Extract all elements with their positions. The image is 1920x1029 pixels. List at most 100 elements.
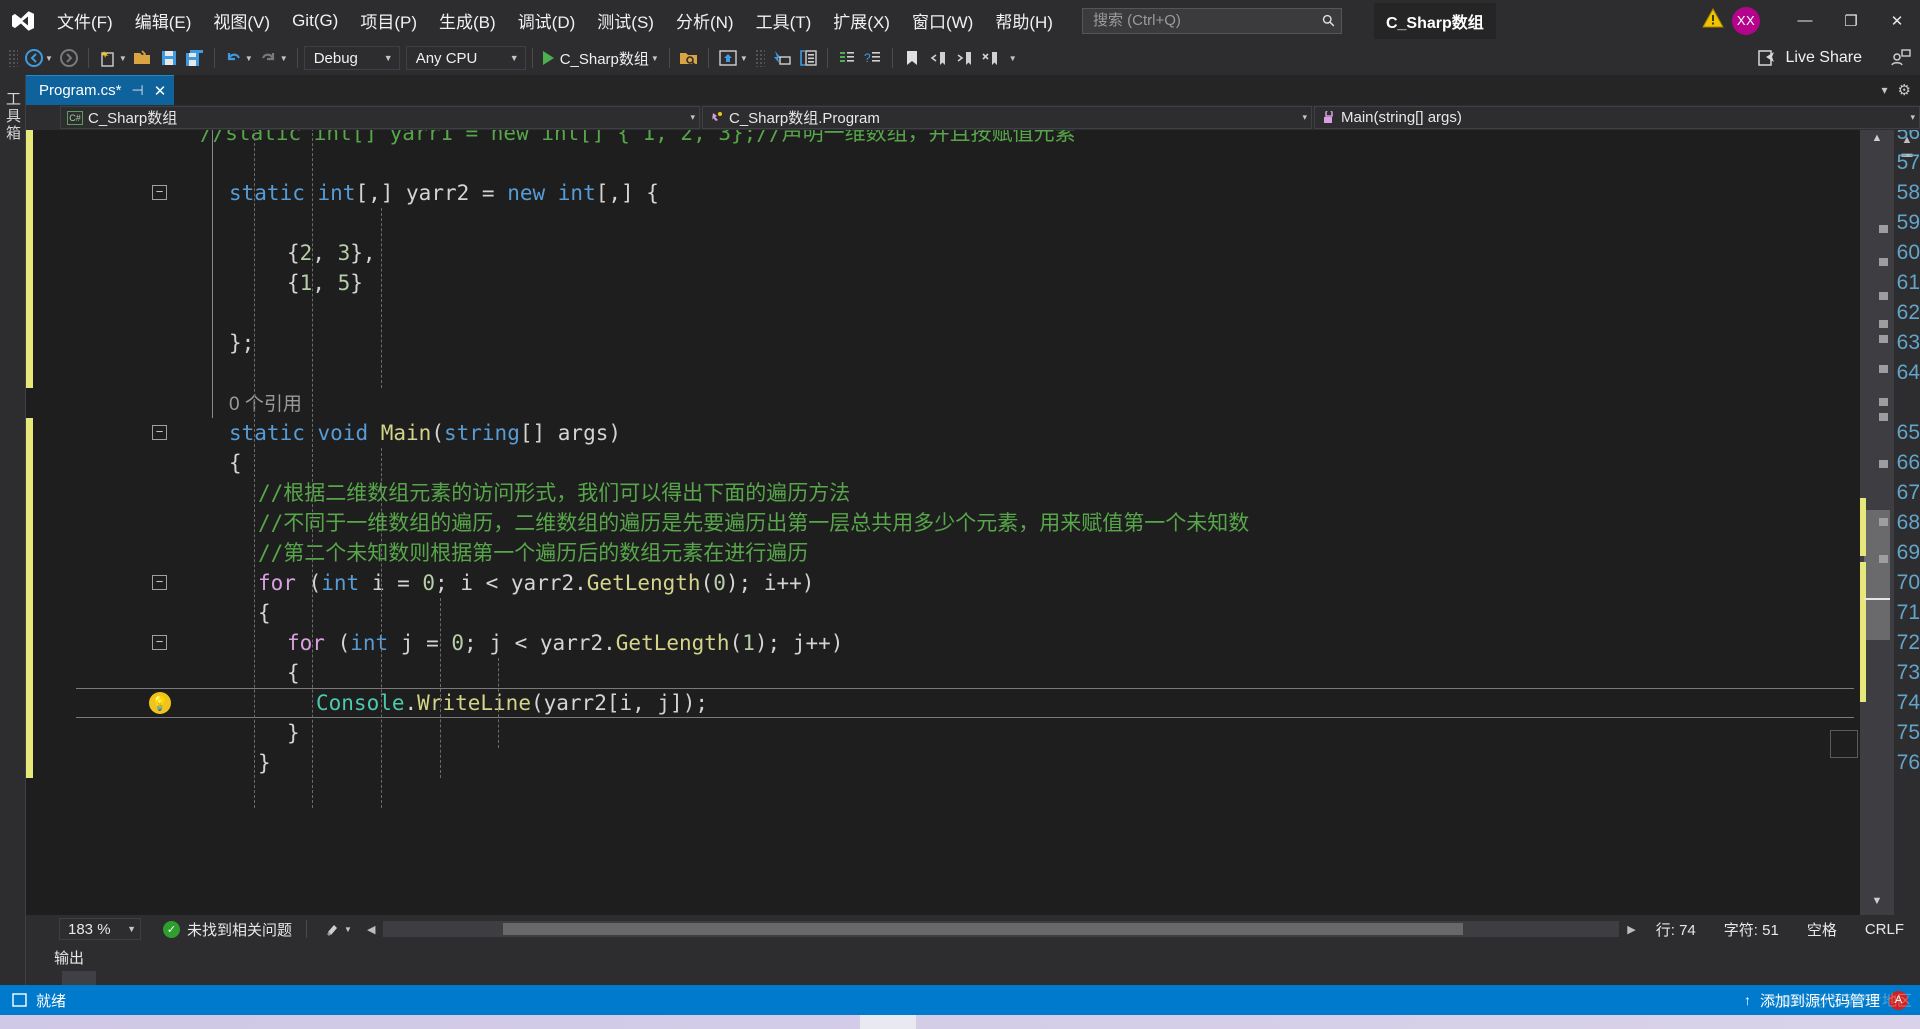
open-file-button[interactable] xyxy=(130,45,156,71)
horizontal-scrollbar-thumb[interactable] xyxy=(503,923,1464,935)
breadcrumb-member-combo[interactable]: Main(string[] args) ▾ xyxy=(1314,106,1920,129)
search-solution-button[interactable] xyxy=(676,45,702,71)
code-line[interactable]: { xyxy=(176,658,1860,688)
task-list-button[interactable] xyxy=(834,45,860,71)
up-arrow-icon[interactable]: ↑ xyxy=(1744,992,1751,1008)
scrollbar-thumb[interactable] xyxy=(1864,510,1890,640)
outlining-collapse-icon[interactable]: − xyxy=(152,185,167,200)
code-line[interactable]: for (int i = 0; i < yarr2.GetLength(0); … xyxy=(176,568,1860,598)
chevron-down-icon[interactable]: ▼ xyxy=(651,54,659,63)
output-tab-placeholder[interactable] xyxy=(62,971,96,985)
chevron-down-icon[interactable]: ▼ xyxy=(245,54,253,63)
toggle-bookmark-button[interactable] xyxy=(899,45,925,71)
menu-edit[interactable]: 编辑(E) xyxy=(124,0,203,41)
previous-bookmark-button[interactable] xyxy=(925,45,951,71)
menu-window[interactable]: 窗口(W) xyxy=(901,0,984,41)
hscroll-right-arrow[interactable]: ▶ xyxy=(1627,923,1635,936)
pin-icon[interactable]: ⊣ xyxy=(132,82,144,99)
undo-button[interactable]: ▼ xyxy=(221,45,256,71)
outlining-collapse-icon[interactable]: − xyxy=(152,635,167,650)
toolbar-overflow-icon[interactable]: ▼ xyxy=(1009,54,1017,63)
hscroll-left-arrow[interactable]: ◀ xyxy=(367,923,375,936)
chevron-down-icon[interactable]: ▼ xyxy=(740,54,748,63)
close-button[interactable]: ✕ xyxy=(1874,0,1920,41)
chevron-down-icon[interactable]: ▼ xyxy=(344,925,352,934)
new-project-button[interactable]: ▼ xyxy=(95,45,130,71)
toolbox-tab-strip[interactable]: 工具箱 xyxy=(0,75,26,985)
menu-analyze[interactable]: 分析(N) xyxy=(665,0,745,41)
scroll-down-arrow[interactable]: ▼ xyxy=(1860,895,1894,913)
search-box[interactable]: ⚲ xyxy=(1081,7,1342,34)
warning-icon[interactable] xyxy=(1702,7,1724,33)
chevron-down-icon[interactable]: ▾ xyxy=(682,112,695,123)
solution-platform-combo[interactable]: Any CPU ▼ xyxy=(405,46,526,70)
code-line[interactable]: } xyxy=(176,748,1860,778)
zoom-level-combo[interactable]: 183 % ▼ xyxy=(59,918,141,940)
scrollbar-map[interactable]: ▲ ▼ xyxy=(1830,130,1894,915)
code-line[interactable]: }; xyxy=(176,328,1860,358)
code-line[interactable]: Console.WriteLine(yarr2[i, j]); xyxy=(176,688,1860,718)
menu-debug[interactable]: 调试(D) xyxy=(507,0,587,41)
chevron-down-icon[interactable]: ▾ xyxy=(1902,112,1915,123)
codelens-row[interactable]: 0 个引用 xyxy=(176,388,1860,418)
code-line[interactable]: {1, 5} xyxy=(176,268,1860,298)
code-line[interactable]: static int[,] yarr2 = new int[,] { xyxy=(176,178,1860,208)
code-line[interactable] xyxy=(176,358,1860,388)
next-bookmark-button[interactable] xyxy=(951,45,977,71)
toolbar-grip[interactable] xyxy=(754,49,765,67)
horizontal-scrollbar[interactable] xyxy=(383,921,1620,937)
search-input[interactable] xyxy=(1092,12,1324,29)
code-line[interactable]: } xyxy=(176,718,1860,748)
chevron-down-icon[interactable]: ▼ xyxy=(127,924,136,934)
breadcrumb-project-combo[interactable]: C# C_Sharp数组 ▾ xyxy=(60,106,700,129)
menu-file[interactable]: 文件(F) xyxy=(46,0,124,41)
navigate-to-button[interactable] xyxy=(769,45,795,71)
notification-badge-icon[interactable]: A xyxy=(1889,990,1908,1010)
clear-bookmarks-button[interactable] xyxy=(977,45,1003,71)
menu-view[interactable]: 视图(V) xyxy=(202,0,281,41)
tab-program-cs[interactable]: Program.cs* ⊣ ✕ xyxy=(26,75,175,105)
outlining-margin[interactable]: − − − − 💡 xyxy=(146,130,176,915)
outlining-collapse-icon[interactable]: − xyxy=(152,575,167,590)
code-line[interactable]: {2, 3}, xyxy=(176,238,1860,268)
error-list-button[interactable]: ? xyxy=(860,45,886,71)
chevron-down-icon[interactable]: ▼ xyxy=(119,54,127,63)
indentation-indicator[interactable]: 空格 xyxy=(1807,919,1837,940)
chevron-down-icon[interactable]: ▼ xyxy=(45,54,53,63)
code-line[interactable]: //根据二维数组元素的访问形式，我们可以得出下面的遍历方法 xyxy=(176,478,1860,508)
gear-icon[interactable]: ⚙ xyxy=(1898,81,1911,99)
chevron-down-icon[interactable]: ▼ xyxy=(280,54,288,63)
solution-configuration-combo[interactable]: Debug ▼ xyxy=(303,46,400,70)
menu-tools[interactable]: 工具(T) xyxy=(745,0,823,41)
code-line[interactable]: //static int[] yarr1 = new int[] { 1, 2,… xyxy=(176,130,1860,148)
status-bar-right[interactable]: ↑ 添加到源代码管理 A xyxy=(1744,990,1908,1011)
lightbulb-icon[interactable]: 💡 xyxy=(149,692,171,714)
code-line[interactable]: { xyxy=(176,598,1860,628)
code-line[interactable] xyxy=(176,298,1860,328)
chevron-down-icon[interactable]: ▾ xyxy=(1294,112,1307,123)
user-avatar[interactable]: XX xyxy=(1732,6,1760,35)
issues-indicator[interactable]: ✓ 未找到相关问题 xyxy=(163,919,292,940)
menu-help[interactable]: 帮助(H) xyxy=(984,0,1064,41)
maximize-button[interactable]: ❐ xyxy=(1828,0,1874,41)
menu-build[interactable]: 生成(B) xyxy=(428,0,507,41)
eol-indicator[interactable]: CRLF xyxy=(1865,921,1904,938)
code-line[interactable]: static void Main(string[] args) xyxy=(176,418,1860,448)
code-cleanup-button[interactable]: ▼ xyxy=(321,916,355,942)
minimize-button[interactable]: — xyxy=(1782,0,1828,41)
outlining-collapse-icon[interactable]: − xyxy=(152,425,167,440)
code-editor[interactable]: 56 57 58 59 60 61 62 63 64 65 66 67 68 69 70 71 72 73 74 75… xyxy=(26,130,1920,915)
menu-test[interactable]: 测试(S) xyxy=(586,0,665,41)
navigate-backward-button[interactable]: ▼ xyxy=(22,45,56,71)
redo-button[interactable]: ▼ xyxy=(256,45,291,71)
menu-extensions[interactable]: 扩展(X) xyxy=(822,0,901,41)
taskbar-item[interactable] xyxy=(860,1015,916,1029)
chevron-down-icon[interactable]: ▼ xyxy=(498,53,519,63)
properties-window-button[interactable] xyxy=(795,45,821,71)
toolbar-grip[interactable] xyxy=(8,49,18,67)
start-debug-button[interactable]: C_Sharp数组 ▼ xyxy=(539,45,663,71)
scroll-up-arrow[interactable]: ▲ xyxy=(1860,132,1894,150)
close-icon[interactable]: ✕ xyxy=(154,82,167,100)
live-share-button[interactable]: Live Share xyxy=(1757,48,1920,68)
add-to-source-control-label[interactable]: 添加到源代码管理 xyxy=(1760,990,1880,1011)
